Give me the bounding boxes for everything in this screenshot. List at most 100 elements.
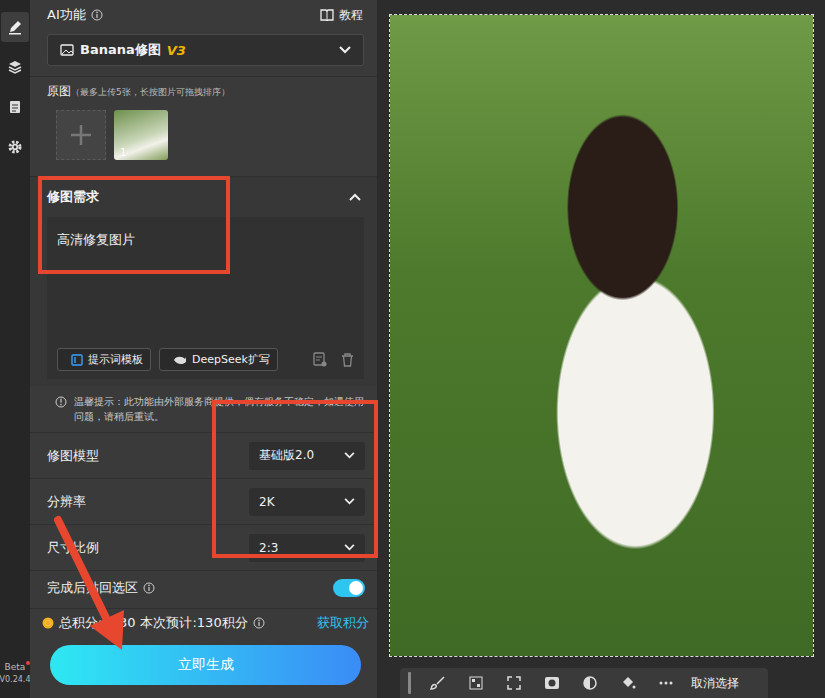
source-title: 原图（最多上传5张，长按图片可拖拽排序） bbox=[47, 83, 365, 100]
chevron-up-icon bbox=[349, 193, 361, 201]
toolbar-button[interactable] bbox=[459, 669, 493, 697]
rail-item[interactable] bbox=[1, 92, 29, 122]
rail-items bbox=[0, 12, 30, 162]
canvas-toolbar: 取消选择 bbox=[400, 668, 768, 698]
toolbar-button[interactable] bbox=[535, 669, 569, 697]
toolbar-button[interactable] bbox=[611, 669, 645, 697]
generate-button[interactable]: 立即生成 bbox=[50, 645, 361, 685]
setting-value: 基础版2.0 bbox=[259, 447, 314, 464]
pencil-icon bbox=[7, 19, 23, 35]
book-icon bbox=[320, 9, 334, 21]
prompt-section: 修图需求高清修复图片提示词模板 DeepSeek扩写 bbox=[30, 176, 377, 386]
deselect-button[interactable]: 取消选择 bbox=[691, 675, 739, 692]
rail-item[interactable] bbox=[1, 52, 29, 82]
prompt-tool-button[interactable]: DeepSeek扩写 bbox=[159, 348, 278, 371]
brush-icon bbox=[430, 675, 446, 691]
thumbnail-list: 1 bbox=[56, 110, 365, 160]
notice-text: 温馨提示：此功能由外部服务商提供，偶有服务不稳定，如遇使用问题，请稍后重试。 bbox=[74, 394, 365, 424]
feature-name: Banana修图 bbox=[80, 41, 161, 59]
setting-value: 2:3 bbox=[259, 541, 278, 555]
feature-version: V3 bbox=[167, 43, 186, 58]
beta-badge: Beta bbox=[5, 662, 26, 672]
toolbar-grip bbox=[408, 672, 411, 694]
layers-icon bbox=[7, 59, 23, 75]
points-footer: 总积分:1330 本次预计:130积分 获取积分 bbox=[30, 608, 377, 637]
paste-back-row: 完成后贴回选区 bbox=[30, 570, 377, 605]
plus-icon bbox=[70, 124, 92, 146]
source-hint: （最多上传5张，长按图片可拖拽排序） bbox=[71, 86, 230, 99]
photo bbox=[390, 15, 813, 656]
toolbar-button[interactable] bbox=[573, 669, 607, 697]
setting-value: 2K bbox=[259, 495, 275, 509]
image-icon bbox=[60, 44, 74, 56]
gear-icon bbox=[7, 139, 23, 155]
mask-icon bbox=[544, 675, 560, 691]
toolbar-button[interactable] bbox=[649, 669, 683, 697]
sidebar: Beta V0.24.4 bbox=[0, 0, 30, 698]
notice: 温馨提示：此功能由外部服务商提供，偶有服务不稳定，如遇使用问题，请稍后重试。 bbox=[30, 386, 377, 432]
setting-row: 修图模型 基础版2.0 bbox=[30, 432, 377, 478]
setting-row: 分辨率 2K bbox=[30, 478, 377, 524]
info-icon[interactable] bbox=[253, 617, 265, 629]
document-icon bbox=[7, 99, 23, 115]
info-icon[interactable] bbox=[91, 9, 103, 21]
toggle-knob bbox=[349, 581, 363, 595]
thumbnail-index: 1 bbox=[120, 147, 126, 158]
canvas-area: 取消选择 bbox=[378, 0, 825, 698]
paint-bucket-icon bbox=[620, 675, 636, 691]
rail-item[interactable] bbox=[1, 132, 29, 162]
rail-item[interactable] bbox=[1, 12, 29, 42]
app: Beta V0.24.4 AI功能 教程 Banana修图 V3 原图（最多上传5张，长按图… bbox=[0, 0, 825, 698]
add-image-button[interactable] bbox=[56, 110, 106, 160]
prompt-tool-button[interactable]: 提示词模板 bbox=[57, 348, 151, 371]
expand-icon bbox=[506, 675, 522, 691]
annotation-arrow bbox=[0, 0, 825, 698]
total-points: 总积分:1330 bbox=[59, 614, 135, 632]
feature-select[interactable]: Banana修图 V3 bbox=[47, 34, 364, 66]
paste-back-toggle[interactable] bbox=[333, 579, 365, 597]
prompt-label: 修图需求 bbox=[47, 188, 99, 206]
version-label: V0.24.4 bbox=[0, 675, 30, 684]
prompt-text: 高清修复图片 bbox=[57, 231, 354, 348]
setting-label: 分辨率 bbox=[47, 493, 86, 511]
version-info: Beta V0.24.4 bbox=[0, 662, 30, 684]
setting-label: 修图模型 bbox=[47, 447, 99, 465]
setting-select[interactable]: 2:3 bbox=[249, 534, 365, 562]
ai-panel: AI功能 教程 Banana修图 V3 原图（最多上传5张，长按图片可拖拽排序） 1 修图需… bbox=[30, 0, 378, 698]
estimated-points: 本次预计:130积分 bbox=[140, 614, 247, 632]
setting-label: 尺寸比例 bbox=[47, 539, 99, 557]
prompt-tools: 提示词模板 DeepSeek扩写 bbox=[57, 348, 354, 371]
title-text: AI功能 bbox=[47, 6, 86, 24]
image-thumbnail[interactable]: 1 bbox=[114, 110, 168, 160]
source-section: 原图（最多上传5张，长按图片可拖拽排序） 1 bbox=[30, 76, 377, 176]
info-icon bbox=[55, 396, 67, 408]
info-icon[interactable] bbox=[143, 582, 155, 594]
toolbar-button[interactable] bbox=[497, 669, 531, 697]
mosaic-icon bbox=[468, 675, 484, 691]
paste-back-label: 完成后贴回选区 bbox=[47, 579, 155, 597]
template-icon bbox=[71, 354, 83, 366]
whale-icon bbox=[173, 355, 187, 365]
chevron-down-icon bbox=[344, 544, 355, 551]
contrast-icon bbox=[582, 675, 598, 691]
trash-icon[interactable] bbox=[341, 353, 354, 367]
prompt-header[interactable]: 修图需求 bbox=[30, 177, 377, 217]
get-points-link[interactable]: 获取积分 bbox=[317, 614, 369, 632]
coin-icon bbox=[42, 617, 54, 629]
more-icon bbox=[658, 675, 674, 691]
save-template-icon[interactable] bbox=[313, 352, 327, 367]
source-label: 原图 bbox=[47, 83, 71, 100]
toolbar-button[interactable] bbox=[421, 669, 455, 697]
setting-select[interactable]: 基础版2.0 bbox=[249, 442, 365, 470]
panel-header: AI功能 教程 bbox=[30, 0, 377, 30]
chevron-down-icon bbox=[344, 452, 355, 459]
setting-select[interactable]: 2K bbox=[249, 488, 365, 516]
tutorial-link[interactable]: 教程 bbox=[320, 7, 363, 24]
image-frame[interactable] bbox=[389, 14, 814, 657]
prompt-textarea[interactable]: 高清修复图片提示词模板 DeepSeek扩写 bbox=[47, 217, 364, 379]
annotation-box bbox=[38, 176, 230, 274]
annotation-box bbox=[212, 400, 378, 558]
setting-row: 尺寸比例 2:3 bbox=[30, 524, 377, 570]
chevron-down-icon bbox=[339, 46, 351, 54]
chevron-down-icon bbox=[344, 498, 355, 505]
